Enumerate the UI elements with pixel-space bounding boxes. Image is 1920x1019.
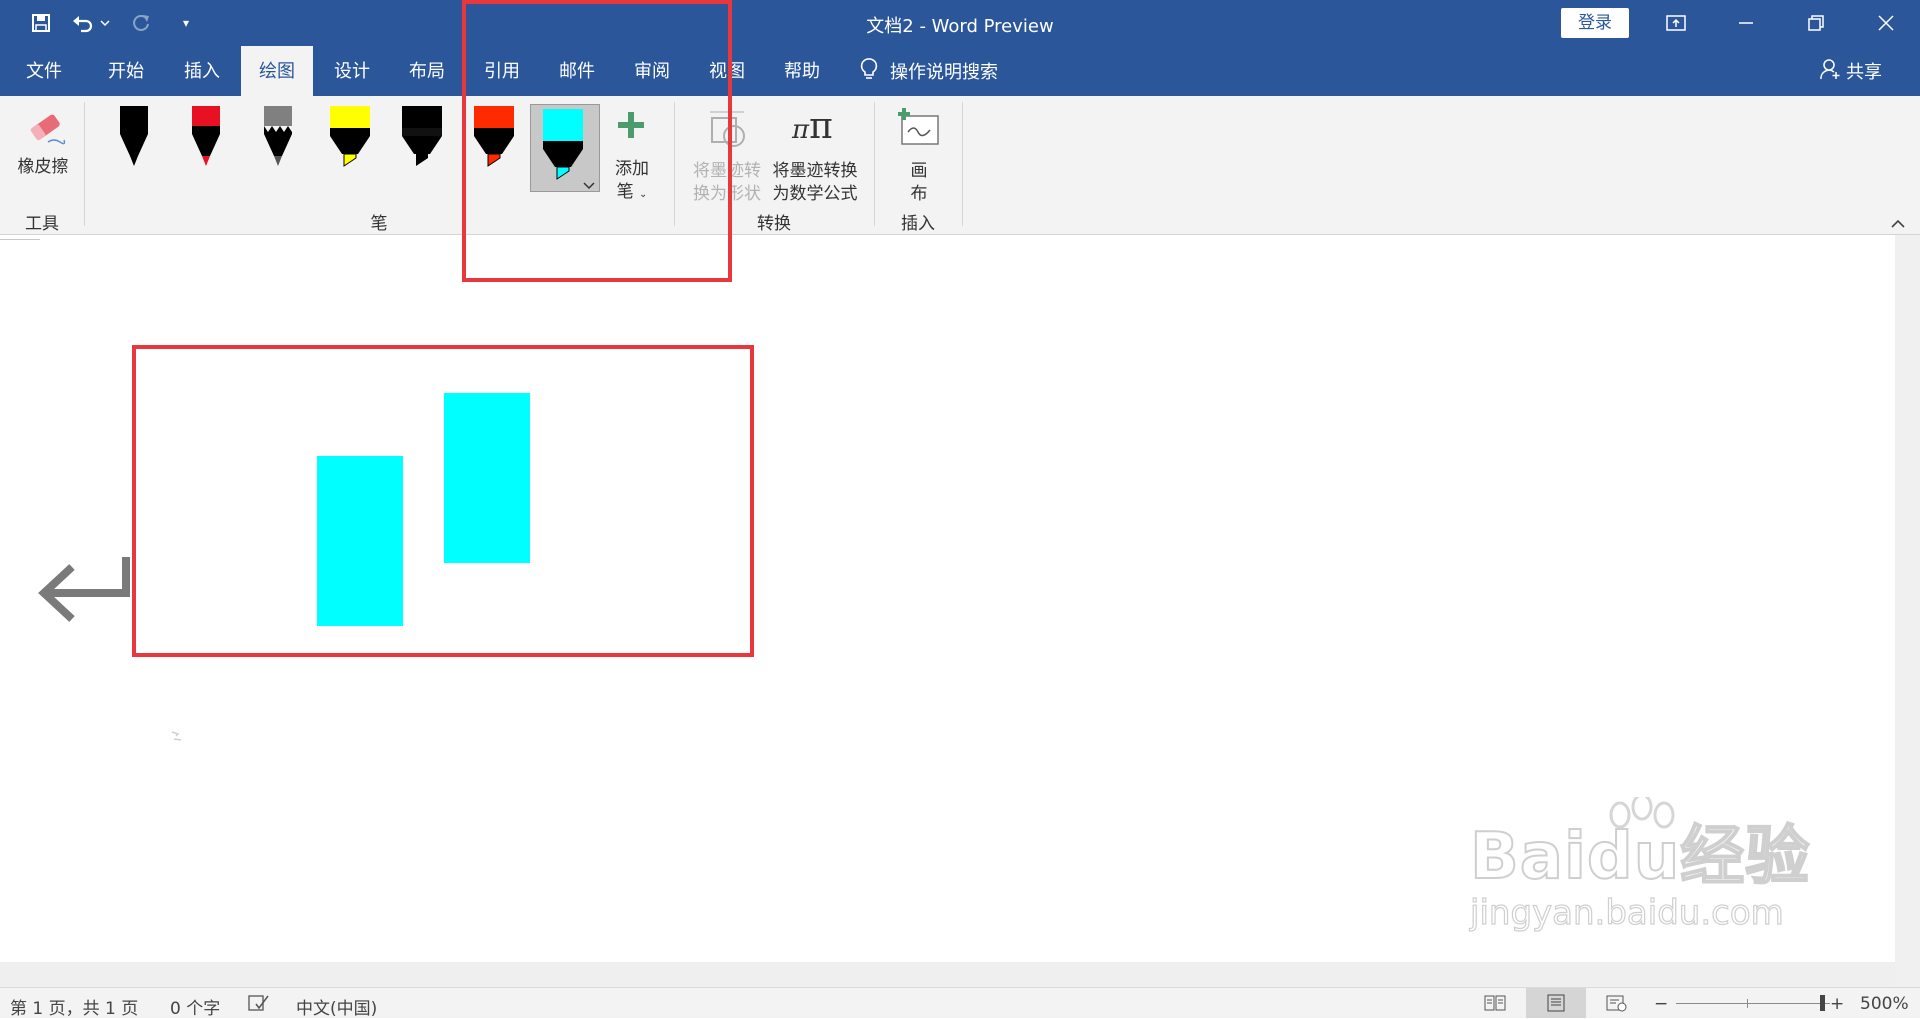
canvas-label-line2: 布	[910, 184, 928, 204]
status-bar: 第 1 页，共 1 页 0 个字 中文(中国) − + 500%	[0, 987, 1920, 1019]
zoom-slider-center-tick	[1747, 999, 1748, 1008]
zoom-out-icon[interactable]: −	[1654, 994, 1668, 1014]
watermark: Baidu经验 jingyan.baidu.com	[1469, 797, 1810, 934]
margin-marker	[0, 239, 40, 240]
document-page[interactable]: Baidu经验 jingyan.baidu.com	[0, 0, 1920, 987]
canvas-label-line1: 画	[910, 161, 928, 181]
web-layout-icon[interactable]	[1606, 994, 1628, 1017]
canvas-label: 画 布	[890, 160, 948, 206]
eraser-label: 橡皮擦	[17, 157, 69, 177]
pencil-gray[interactable]	[262, 104, 294, 178]
ink-to-math-label-line1: 将墨迹转换	[772, 161, 858, 181]
share-label: 共享	[1846, 62, 1882, 83]
zoom-slider[interactable]	[1676, 995, 1830, 1011]
print-layout-icon	[1546, 994, 1566, 1017]
tab-draw[interactable]: 绘图	[241, 46, 313, 96]
pi-icon: ππ	[792, 106, 833, 147]
tab-insert[interactable]: 插入	[166, 46, 238, 96]
tab-help[interactable]: 帮助	[766, 46, 838, 96]
highlighter-black[interactable]	[400, 104, 444, 178]
drawing-canvas-button[interactable]: 画 布	[890, 102, 948, 204]
ink-to-math-label: 将墨迹转换 为数学公式	[768, 160, 862, 206]
read-mode-icon[interactable]	[1484, 994, 1506, 1017]
close-icon[interactable]	[1856, 0, 1916, 46]
tab-design[interactable]: 设计	[316, 46, 388, 96]
minimize-icon[interactable]	[1716, 0, 1776, 46]
tell-me-search[interactable]: 操作说明搜索	[860, 46, 998, 96]
ink-to-math-label-line2: 为数学公式	[772, 184, 858, 204]
proofing-icon[interactable]	[248, 994, 270, 1017]
separator	[874, 102, 875, 226]
login-button[interactable]: 登录	[1561, 8, 1629, 38]
cursor-mark-icon	[170, 727, 182, 741]
group-label-tools: 工具	[25, 214, 59, 234]
separator	[84, 102, 85, 226]
annotation-box-strokes	[132, 345, 754, 657]
print-layout-button[interactable]	[1526, 988, 1586, 1018]
zoom-slider-thumb[interactable]	[1820, 995, 1825, 1011]
zoom-in-icon[interactable]: +	[1830, 994, 1844, 1014]
document-title: 文档2 - Word Preview	[866, 16, 1054, 37]
zoom-level[interactable]: 500%	[1860, 994, 1909, 1014]
pen-black[interactable]	[118, 104, 150, 178]
page-count[interactable]: 第 1 页，共 1 页	[10, 994, 138, 1019]
ink-to-math-button[interactable]: ππ 将墨迹转换 为数学公式	[768, 102, 862, 204]
canvas-icon	[896, 106, 942, 152]
word-count[interactable]: 0 个字	[170, 994, 220, 1019]
ribbon-tabs: 文件 开始 插入 绘图 设计 布局 引用 邮件 审阅 视图 帮助 操作说明搜索 …	[0, 46, 1920, 96]
group-label-insert: 插入	[901, 214, 935, 234]
share-button[interactable]: 共享	[1820, 46, 1882, 96]
tab-file[interactable]: 文件	[4, 46, 84, 96]
tab-layout[interactable]: 布局	[391, 46, 463, 96]
separator	[962, 102, 963, 226]
paragraph-return-icon	[38, 553, 132, 637]
tell-me-label: 操作说明搜索	[890, 62, 998, 83]
eraser-icon	[26, 108, 66, 152]
eraser-button[interactable]: 橡皮擦	[8, 100, 78, 186]
lightbulb-icon	[860, 57, 878, 86]
language[interactable]: 中文(中国)	[296, 994, 377, 1019]
title-bar: ▾ 文档2 - Word Preview 登录	[0, 0, 1920, 46]
collapse-ribbon-icon[interactable]	[1890, 214, 1906, 233]
ribbon-draw: 橡皮擦 工具 添加 笔 ⌄ 笔 将墨迹转 换为形状 ππ 将墨迹转换 为数学公式…	[0, 96, 1920, 235]
pen-red[interactable]	[190, 104, 222, 178]
vertical-scrollbar[interactable]	[1895, 235, 1920, 987]
restore-icon[interactable]	[1786, 0, 1846, 46]
baidu-paw-icon	[1609, 797, 1675, 829]
horizontal-scrollbar[interactable]	[0, 962, 1895, 987]
annotation-box-pen	[462, 0, 732, 282]
tab-home[interactable]: 开始	[90, 46, 162, 96]
ribbon-display-options-icon[interactable]	[1646, 0, 1706, 46]
person-icon	[1820, 58, 1840, 85]
highlighter-yellow[interactable]	[328, 104, 372, 178]
